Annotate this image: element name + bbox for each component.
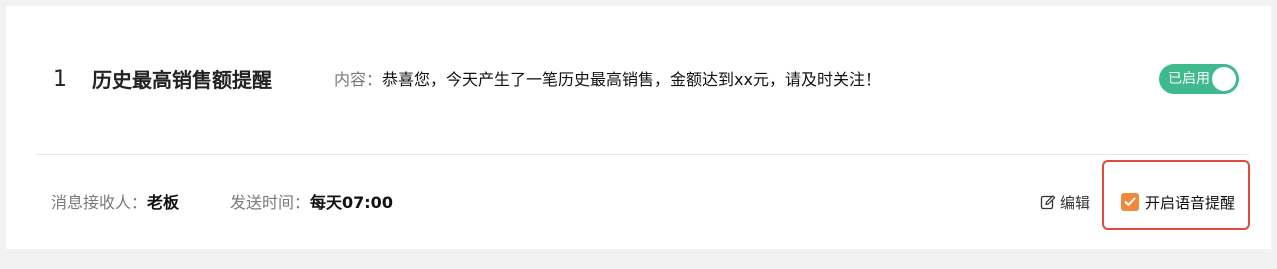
rule-content: 内容：恭喜您，今天产生了一笔历史最高销售，金额达到xx元，请及时关注！ [334, 68, 881, 92]
voice-label: 开启语音提醒 [1145, 194, 1236, 212]
voice-reminder-checkbox[interactable]: 开启语音提醒 [1121, 191, 1235, 215]
send-time-value: 每天07:00 [310, 193, 393, 212]
toggle-knob [1212, 67, 1236, 91]
checkbox-checked-icon[interactable] [1121, 193, 1139, 211]
content-text: 恭喜您，今天产生了一笔历史最高销售，金额达到xx元，请及时关注！ [382, 70, 881, 89]
rule-footer-row: 消息接收人：老板 发送时间：每天07:00 编辑 开启语音提醒 [6, 155, 1271, 249]
alert-rule-card: 1 历史最高销售额提醒 内容：恭喜您，今天产生了一笔历史最高销售，金额达到xx元… [6, 6, 1271, 249]
receiver-label: 消息接收人： [51, 193, 148, 212]
enabled-toggle[interactable]: 已启用 [1159, 64, 1239, 94]
receiver-value: 老板 [147, 193, 180, 212]
toggle-label: 已启用 [1168, 71, 1210, 87]
receiver-info: 消息接收人：老板 [51, 191, 179, 215]
rule-title: 历史最高销售额提醒 [92, 68, 272, 92]
send-time-info: 发送时间：每天07:00 [230, 191, 393, 215]
edit-button[interactable]: 编辑 [1040, 191, 1090, 215]
rule-index: 1 [53, 67, 67, 92]
edit-icon [1040, 193, 1056, 210]
content-label: 内容： [334, 70, 383, 89]
edit-label: 编辑 [1060, 194, 1091, 212]
rule-header-row: 1 历史最高销售额提醒 内容：恭喜您，今天产生了一笔历史最高销售，金额达到xx元… [6, 6, 1271, 154]
send-time-label: 发送时间： [230, 193, 311, 212]
